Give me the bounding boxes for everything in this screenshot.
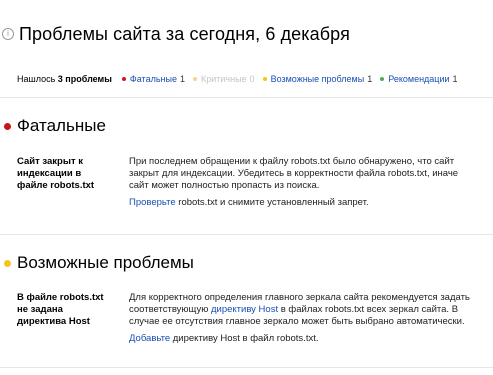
possible-dot-icon: [4, 259, 11, 267]
divider: [0, 367, 493, 368]
filter-possible-count: 1: [367, 74, 373, 84]
recommendations-dot-icon: [380, 77, 385, 81]
problems-summary: Нашлось 3 проблемы Фатальные 1 Критичные…: [17, 74, 466, 84]
issue-host-missing-description: Для корректного определения главного зер…: [129, 292, 470, 327]
page-title: Проблемы сайта за сегодня, 6 декабря: [19, 23, 350, 44]
filter-recommendations-count: 1: [452, 74, 458, 84]
filter-critical-count: 0: [249, 74, 255, 84]
filter-critical-link: Критичные: [200, 74, 247, 84]
section-fatal-title: Фатальные: [17, 116, 106, 135]
filter-recommendations[interactable]: Рекомендации 1: [380, 74, 458, 84]
page-header: i Проблемы сайта за сегодня, 6 декабря: [0, 22, 350, 46]
check-robots-link[interactable]: Проверьте: [129, 197, 176, 208]
section-possible-header: Возможные проблемы: [4, 253, 194, 273]
filter-critical: Критичные 0: [192, 74, 255, 84]
possible-dot-icon: [262, 77, 267, 81]
filter-fatal[interactable]: Фатальные 1: [121, 74, 185, 84]
fatal-dot-icon: [4, 122, 11, 130]
filter-recommendations-link[interactable]: Рекомендации: [388, 74, 449, 84]
fatal-dot-icon: [121, 77, 126, 81]
found-count-text: Нашлось 3 проблемы: [17, 74, 112, 84]
section-possible-title: Возможные проблемы: [17, 253, 194, 272]
issue-robots-closed-description: При последнем обращении к файлу robots.t…: [129, 156, 459, 191]
divider: [0, 97, 493, 98]
issue-host-missing-title: В файле robots.txt не задана директива H…: [17, 292, 104, 327]
check-robots-text: robots.txt и снимите установленный запре…: [178, 197, 369, 208]
issue-robots-closed-title: Сайт закрыт к индексации в файле robots.…: [17, 156, 95, 191]
add-host-link[interactable]: Добавьте: [129, 333, 170, 344]
filter-fatal-count: 1: [179, 74, 185, 84]
filter-possible-link[interactable]: Возможные проблемы: [271, 74, 365, 84]
add-host-text: директиву Host в файл robots.txt.: [172, 333, 319, 344]
divider: [0, 234, 493, 235]
critical-dot-icon: [192, 77, 197, 81]
filter-possible[interactable]: Возможные проблемы 1: [262, 74, 373, 84]
section-fatal-header: Фатальные: [4, 116, 106, 136]
issue-host-missing-action: Добавьте директиву Host в файл robots.tx…: [129, 333, 319, 344]
issue-robots-closed-action: Проверьте robots.txt и снимите установле…: [129, 197, 369, 208]
info-icon[interactable]: i: [2, 28, 14, 40]
filter-fatal-link[interactable]: Фатальные: [130, 74, 177, 84]
host-directive-link[interactable]: директиву Host: [211, 304, 278, 315]
